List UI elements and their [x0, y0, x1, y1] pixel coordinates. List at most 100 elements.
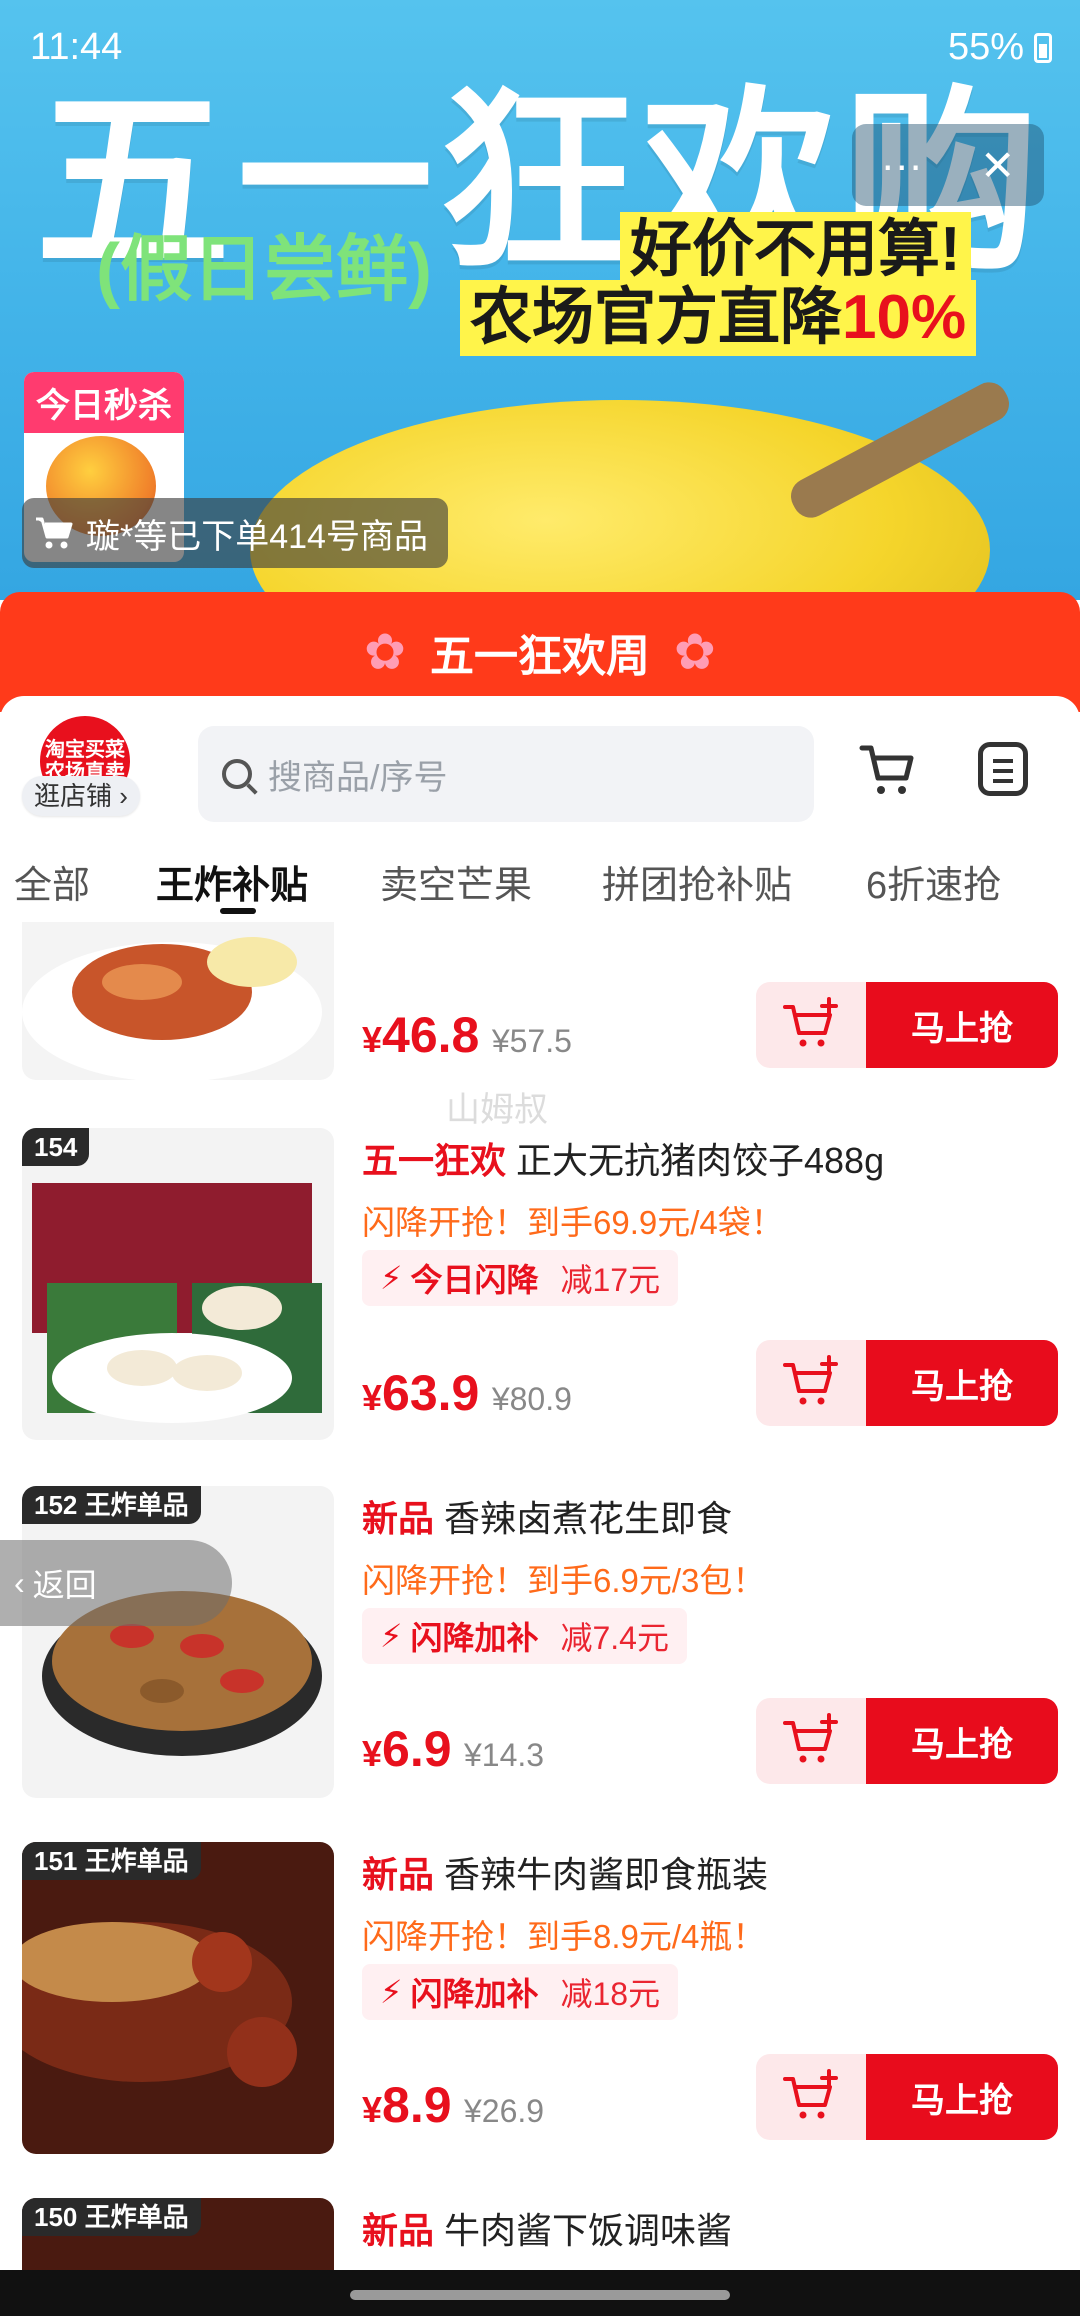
watermark: 山姆叔: [446, 1091, 548, 1129]
visit-shop-button[interactable]: 逛店铺 ›: [22, 776, 140, 816]
buy-now-button[interactable]: 马上抢: [866, 2054, 1058, 2140]
order-notification-text: 璇*等已下单414号商品: [86, 517, 428, 556]
badge-name: 今日闪降: [410, 1262, 539, 1298]
event-banner-title: 五一狂欢周: [430, 632, 650, 681]
hero-subtitle: (假日尝鲜): [96, 230, 432, 310]
product-promo: 闪降开抢！到手6.9元/3包！: [362, 1562, 766, 1599]
beef-sauce-image: [22, 1842, 334, 2154]
product-promo: 闪降开抢！到手69.9元/4袋！: [362, 1204, 784, 1241]
product-tag: 五一狂欢: [362, 1140, 507, 1181]
back-button[interactable]: ‹ 返回: [0, 1540, 232, 1626]
product-promo: 闪降开抢！到手8.9元/4瓶！: [362, 1918, 766, 1955]
badge-name: 闪降加补: [410, 1976, 539, 2012]
more-icon[interactable]: ···: [881, 141, 923, 189]
status-time: 11:44: [30, 26, 123, 68]
rank-tag: 154: [22, 1128, 90, 1166]
battery-level: 55%: [947, 26, 1024, 68]
buy-now-button[interactable]: 马上抢: [866, 982, 1058, 1068]
cart-icon: [36, 517, 73, 549]
battery-icon: [1034, 32, 1052, 63]
event-banner: ✿ 五一狂欢周 ✿: [0, 592, 1080, 712]
menu-icon[interactable]: [978, 742, 1028, 796]
flash-icon: ⚡: [380, 1260, 403, 1296]
search-icon: [222, 759, 252, 789]
back-label: 返回: [32, 1567, 97, 1603]
buy-group: 马上抢: [756, 1340, 1058, 1426]
active-tab-indicator: [220, 908, 256, 914]
add-cart-icon: [783, 2069, 838, 2119]
product-price: ¥46.8 ¥57.5: [362, 1007, 572, 1063]
original-price: ¥57.5: [491, 1023, 572, 1059]
add-to-cart-button[interactable]: [756, 2054, 866, 2140]
product-tag: 新品: [362, 1498, 435, 1539]
add-to-cart-button[interactable]: [756, 982, 866, 1068]
hero-slogan-1: 好价不用算!: [620, 212, 971, 288]
buy-now-button[interactable]: 马上抢: [866, 1340, 1058, 1426]
product-image[interactable]: [22, 922, 334, 1080]
flash-icon: ⚡: [380, 1974, 403, 2010]
status-indicators: 55%: [948, 26, 1052, 69]
rank-tag: 151 王炸单品: [22, 1842, 201, 1880]
product-image[interactable]: 150 王炸单品: [22, 2198, 334, 2270]
original-price: ¥80.9: [491, 1381, 572, 1417]
discount-badge: ⚡ 闪降加补 减7.4元: [362, 1608, 687, 1664]
product-name: 香辣卤煮花生即食: [444, 1498, 733, 1539]
discount-badge: ⚡ 闪降加补 减18元: [362, 1964, 679, 2020]
buy-group: 马上抢: [756, 2054, 1058, 2140]
product-title[interactable]: 新品 香辣牛肉酱即食瓶装: [362, 1846, 768, 1898]
product-title[interactable]: 五一狂欢 正大无抗猪肉饺子488g: [362, 1132, 884, 1184]
badge-value: 减18元: [560, 1976, 661, 2012]
tab-mango[interactable]: 卖空芒果: [380, 854, 532, 909]
roast-chicken-image: [22, 937, 322, 1080]
buy-now-button[interactable]: 马上抢: [866, 1698, 1058, 1784]
discount-badge: ⚡ 今日闪降 减17元: [362, 1250, 679, 1306]
category-tabs: 全部 王炸补贴 卖空芒果 拼团抢补贴 6折速抢: [0, 848, 1080, 914]
product-title[interactable]: 新品 香辣卤煮花生即食: [362, 1490, 732, 1542]
product-name: 香辣牛肉酱即食瓶装: [444, 1854, 769, 1895]
product-title[interactable]: 新品 牛肉酱下饭调味酱: [362, 2202, 732, 2254]
tab-wangzha[interactable]: 王炸补贴: [156, 854, 308, 909]
tab-all[interactable]: 全部: [14, 854, 90, 909]
add-cart-icon: [783, 1713, 838, 1763]
product-price: ¥8.9 ¥26.9: [362, 2077, 545, 2133]
chevron-left-icon: ‹: [14, 1564, 25, 1601]
home-indicator[interactable]: [350, 2290, 730, 2300]
product-price: ¥6.9 ¥14.3: [362, 1721, 545, 1777]
peanut-image: [42, 1591, 322, 1756]
order-notification: 璇*等已下单414号商品: [22, 498, 448, 568]
rank-tag: 150 王炸单品: [22, 2198, 201, 2236]
close-icon[interactable]: ✕: [980, 141, 1015, 190]
product-name: 正大无抗猪肉饺子488g: [516, 1140, 885, 1181]
slogan-prefix: 农场官方直降: [470, 283, 843, 352]
rank-tag: 152 王炸单品: [22, 1486, 201, 1524]
add-cart-icon: [783, 997, 838, 1047]
buy-group: 马上抢: [756, 982, 1058, 1068]
hero-slogan-2: 农场官方直降10%: [460, 280, 977, 356]
buy-group: 马上抢: [756, 1698, 1058, 1784]
product-image[interactable]: 154: [22, 1128, 334, 1440]
shop-logo-line1: 淘宝买菜: [45, 739, 125, 761]
add-cart-icon: [783, 1355, 838, 1405]
original-price: ¥26.9: [464, 2093, 545, 2129]
slogan-percent: 10%: [842, 283, 967, 352]
flash-sale-label: 今日秒杀: [24, 372, 184, 433]
flower-icon: ✿: [674, 624, 716, 680]
cart-icon[interactable]: [858, 740, 918, 800]
tab-discount[interactable]: 6折速抢: [866, 854, 1001, 909]
tab-group-buy[interactable]: 拼团抢补贴: [602, 854, 792, 909]
flower-icon: ✿: [364, 624, 406, 680]
product-image[interactable]: 152 王炸单品: [22, 1486, 334, 1798]
badge-value: 减7.4元: [560, 1620, 669, 1656]
flash-icon: ⚡: [380, 1618, 403, 1654]
add-to-cart-button[interactable]: [756, 1340, 866, 1426]
add-to-cart-button[interactable]: [756, 1698, 866, 1784]
dumpling-image: [32, 1183, 322, 1423]
badge-value: 减17元: [560, 1262, 661, 1298]
badge-name: 闪降加补: [410, 1620, 539, 1656]
product-image[interactable]: 151 王炸单品: [22, 1842, 334, 2154]
original-price: ¥14.3: [464, 1737, 545, 1773]
status-bar: 11:44 55%: [0, 0, 1080, 96]
mini-program-capsule[interactable]: ··· ✕: [852, 124, 1044, 206]
search-input[interactable]: 搜商品/序号: [198, 726, 814, 822]
product-tag: 新品: [362, 1854, 435, 1895]
